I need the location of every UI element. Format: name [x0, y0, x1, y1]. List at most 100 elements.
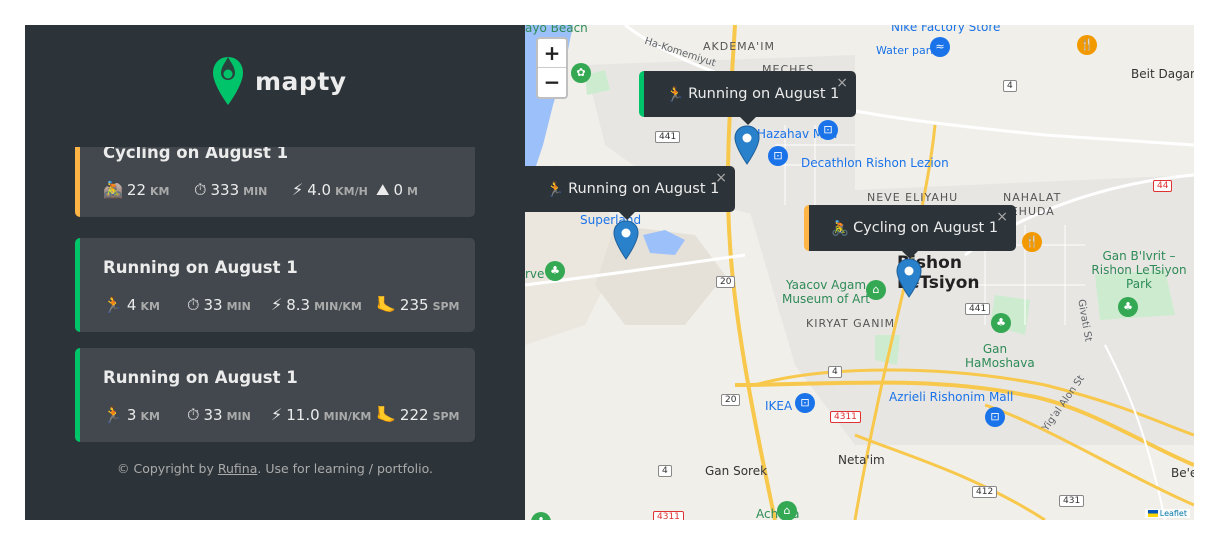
map-label: Decathlon Rishon Lezion [801, 156, 949, 170]
duration-value: 333 [210, 181, 240, 199]
pace-unit: min/km [323, 410, 372, 423]
lightning-icon: ⚡ [292, 180, 304, 199]
water-park-icon[interactable]: ≈ [930, 37, 950, 57]
park-icon[interactable]: ♣ [545, 261, 565, 281]
map-marker-icon[interactable] [896, 258, 922, 298]
workout-card-running[interactable]: Running on August 1 🏃 3 km ⏱ 33 min ⚡ 1 [75, 348, 475, 442]
popup-tip [618, 211, 636, 220]
map-marker-icon[interactable] [734, 125, 760, 165]
duration-unit: min [226, 410, 251, 423]
stopwatch-icon: ⏱ [194, 180, 207, 199]
map-label: Azrieli Rishonim Mall [889, 390, 1014, 404]
duration-value: 33 [203, 296, 223, 314]
road-shield: 441 [965, 303, 991, 315]
workout-title: Cycling on August 1 [103, 147, 289, 162]
museum-icon[interactable]: ⌂ [866, 280, 886, 300]
road-shield: 412 [972, 486, 998, 498]
footprint-icon: 🦶 [376, 295, 396, 314]
map-label: NEVE ELIYAHU [867, 191, 959, 204]
park-icon[interactable]: ⌂ [777, 501, 797, 520]
zoom-out-button[interactable]: − [538, 68, 566, 97]
road-shield: 4 [828, 366, 842, 378]
distance-detail: 🏃 3 km [103, 405, 187, 425]
restaurant-icon[interactable]: 🍴 [1077, 35, 1097, 55]
workout-popup[interactable]: 🏃 Running on August 1 × [639, 71, 856, 125]
park-icon[interactable]: ♣ [991, 313, 1011, 333]
elevation-value: 0 [393, 181, 403, 199]
map-label: Gan Sorek [705, 464, 768, 478]
map-label: Beit Dagan [1131, 67, 1194, 81]
workout-popup[interactable]: 🚴 Cycling on August 1 × [804, 205, 1016, 259]
cadence-unit: spm [432, 410, 460, 423]
shopping-icon[interactable]: ⊡ [818, 120, 838, 140]
workout-card-cycling[interactable]: Cycling on August 1 🚵 22 km ⏱ 333 min ⚡ [75, 147, 475, 217]
map-label: Be'er [1171, 466, 1194, 480]
map-label: Water park [876, 44, 937, 57]
popup-text: Running on August 1 [688, 86, 840, 102]
pace-value: 8.3 [286, 296, 311, 314]
flag-icon [1147, 510, 1158, 517]
close-icon[interactable]: × [715, 170, 727, 186]
distance-value: 3 [126, 406, 137, 424]
mountain-icon: ⛰ [376, 180, 390, 199]
runner-icon: 🏃 [546, 181, 565, 198]
author-link[interactable]: Rufina [218, 461, 258, 476]
runner-icon: 🏃 [666, 86, 685, 103]
map-pin-logo-icon [213, 57, 243, 105]
map[interactable]: ayo Beach AKDEMA'IM Nike Factory Store H… [525, 25, 1194, 520]
workout-popup[interactable]: 🏃 Running on August 1 × [525, 166, 735, 220]
duration-detail: ⏱ 333 min [194, 180, 292, 200]
park-icon[interactable]: ♣ [1118, 297, 1138, 317]
stopwatch-icon: ⏱ [187, 295, 200, 314]
zoom-control: + − [536, 37, 568, 99]
workout-list: Cycling on August 1 🚵 22 km ⏱ 333 min ⚡ [75, 147, 475, 467]
pace-value: 11.0 [286, 406, 320, 424]
copyright-prefix: © Copyright by [117, 461, 218, 476]
shopping-icon[interactable]: ⊡ [985, 407, 1005, 427]
close-icon[interactable]: × [996, 209, 1008, 225]
elevation-detail: ⛰ 0 m [376, 180, 418, 200]
close-icon[interactable]: × [836, 75, 848, 91]
runner-icon: 🏃 [103, 405, 123, 424]
restaurant-icon[interactable]: 🍴 [1022, 232, 1042, 252]
park-icon[interactable]: ✿ [571, 63, 591, 83]
map-label: Neta'im [838, 453, 885, 467]
popup-text: Cycling on August 1 [853, 220, 999, 236]
map-label: IKEA [765, 399, 793, 413]
workout-details: 🏃 3 km ⏱ 33 min ⚡ 11.0 min/km [103, 405, 460, 425]
cadence-unit: spm [432, 300, 460, 313]
map-attribution[interactable]: Leaflet [1144, 509, 1190, 518]
road-shield: 20 [716, 276, 736, 288]
road-shield: 4311 [830, 411, 861, 423]
logo: mapty [211, 55, 347, 107]
map-label: Yaacov Agam Museum of Art [782, 278, 870, 306]
cadence-value: 235 [399, 296, 429, 314]
lightning-icon: ⚡ [271, 295, 283, 314]
logo-text: mapty [255, 66, 347, 96]
footprint-icon: 🦶 [376, 405, 396, 424]
distance-value: 4 [126, 296, 137, 314]
shopping-icon[interactable]: ⊡ [768, 146, 788, 166]
stopwatch-icon: ⏱ [187, 405, 200, 424]
workout-details: 🏃 4 km ⏱ 33 min ⚡ 8.3 min/km [103, 295, 460, 315]
road-shield: 20 [721, 394, 741, 406]
cadence-detail: 🦶 235 spm [376, 295, 460, 315]
duration-detail: ⏱ 33 min [187, 295, 271, 315]
map-label: AKDEMA'IM [703, 40, 775, 53]
map-label: Nike Factory Store [891, 25, 1001, 34]
map-marker-icon[interactable] [613, 220, 639, 260]
workout-title: Running on August 1 [103, 258, 298, 277]
map-label: rve [525, 267, 545, 281]
distance-unit: km [150, 185, 170, 198]
road-shield: 431 [1059, 495, 1085, 507]
duration-unit: min [226, 300, 251, 313]
distance-value: 22 [126, 181, 147, 199]
pace-detail: ⚡ 11.0 min/km [271, 405, 376, 425]
attribution-link[interactable]: Leaflet [1160, 509, 1187, 518]
speed-value: 4.0 [307, 181, 332, 199]
speed-detail: ⚡ 4.0 km/h [292, 180, 376, 200]
workout-card-running[interactable]: Running on August 1 🏃 4 km ⏱ 33 min ⚡ 8 [75, 238, 475, 332]
shopping-icon[interactable]: ⊡ [795, 393, 815, 413]
zoom-in-button[interactable]: + [538, 39, 566, 68]
road-shield: 4311 [653, 511, 684, 520]
